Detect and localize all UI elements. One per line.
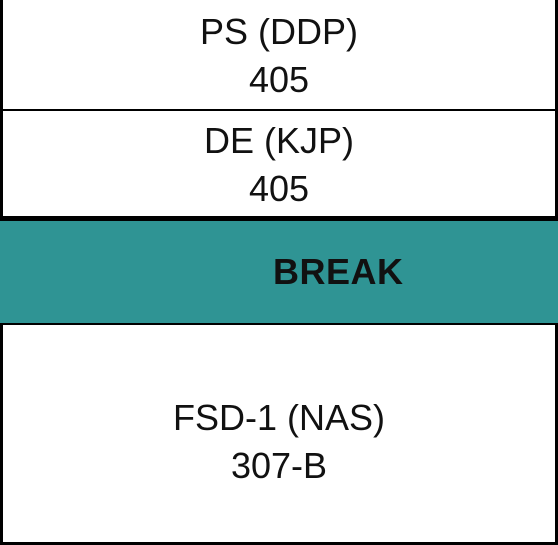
room-label: 405 — [248, 167, 310, 209]
subject-label: PS (DDP) — [199, 10, 358, 52]
subject-label: FSD-1 (NAS) — [172, 396, 385, 438]
room-label: 405 — [248, 58, 310, 100]
break-slot: BREAK — [0, 218, 558, 326]
class-slot-1[interactable]: PS (DDP) 405 — [0, 0, 558, 112]
subject-label: DE (KJP) — [203, 119, 354, 161]
break-label: BREAK — [273, 251, 404, 292]
class-slot-3[interactable]: FSD-1 (NAS) 307-B — [0, 325, 558, 545]
room-label: 307-B — [230, 444, 328, 486]
timetable-column: PS (DDP) 405 DE (KJP) 405 BREAK FSD-1 (N… — [0, 0, 558, 545]
class-slot-2[interactable]: DE (KJP) 405 — [0, 111, 558, 219]
